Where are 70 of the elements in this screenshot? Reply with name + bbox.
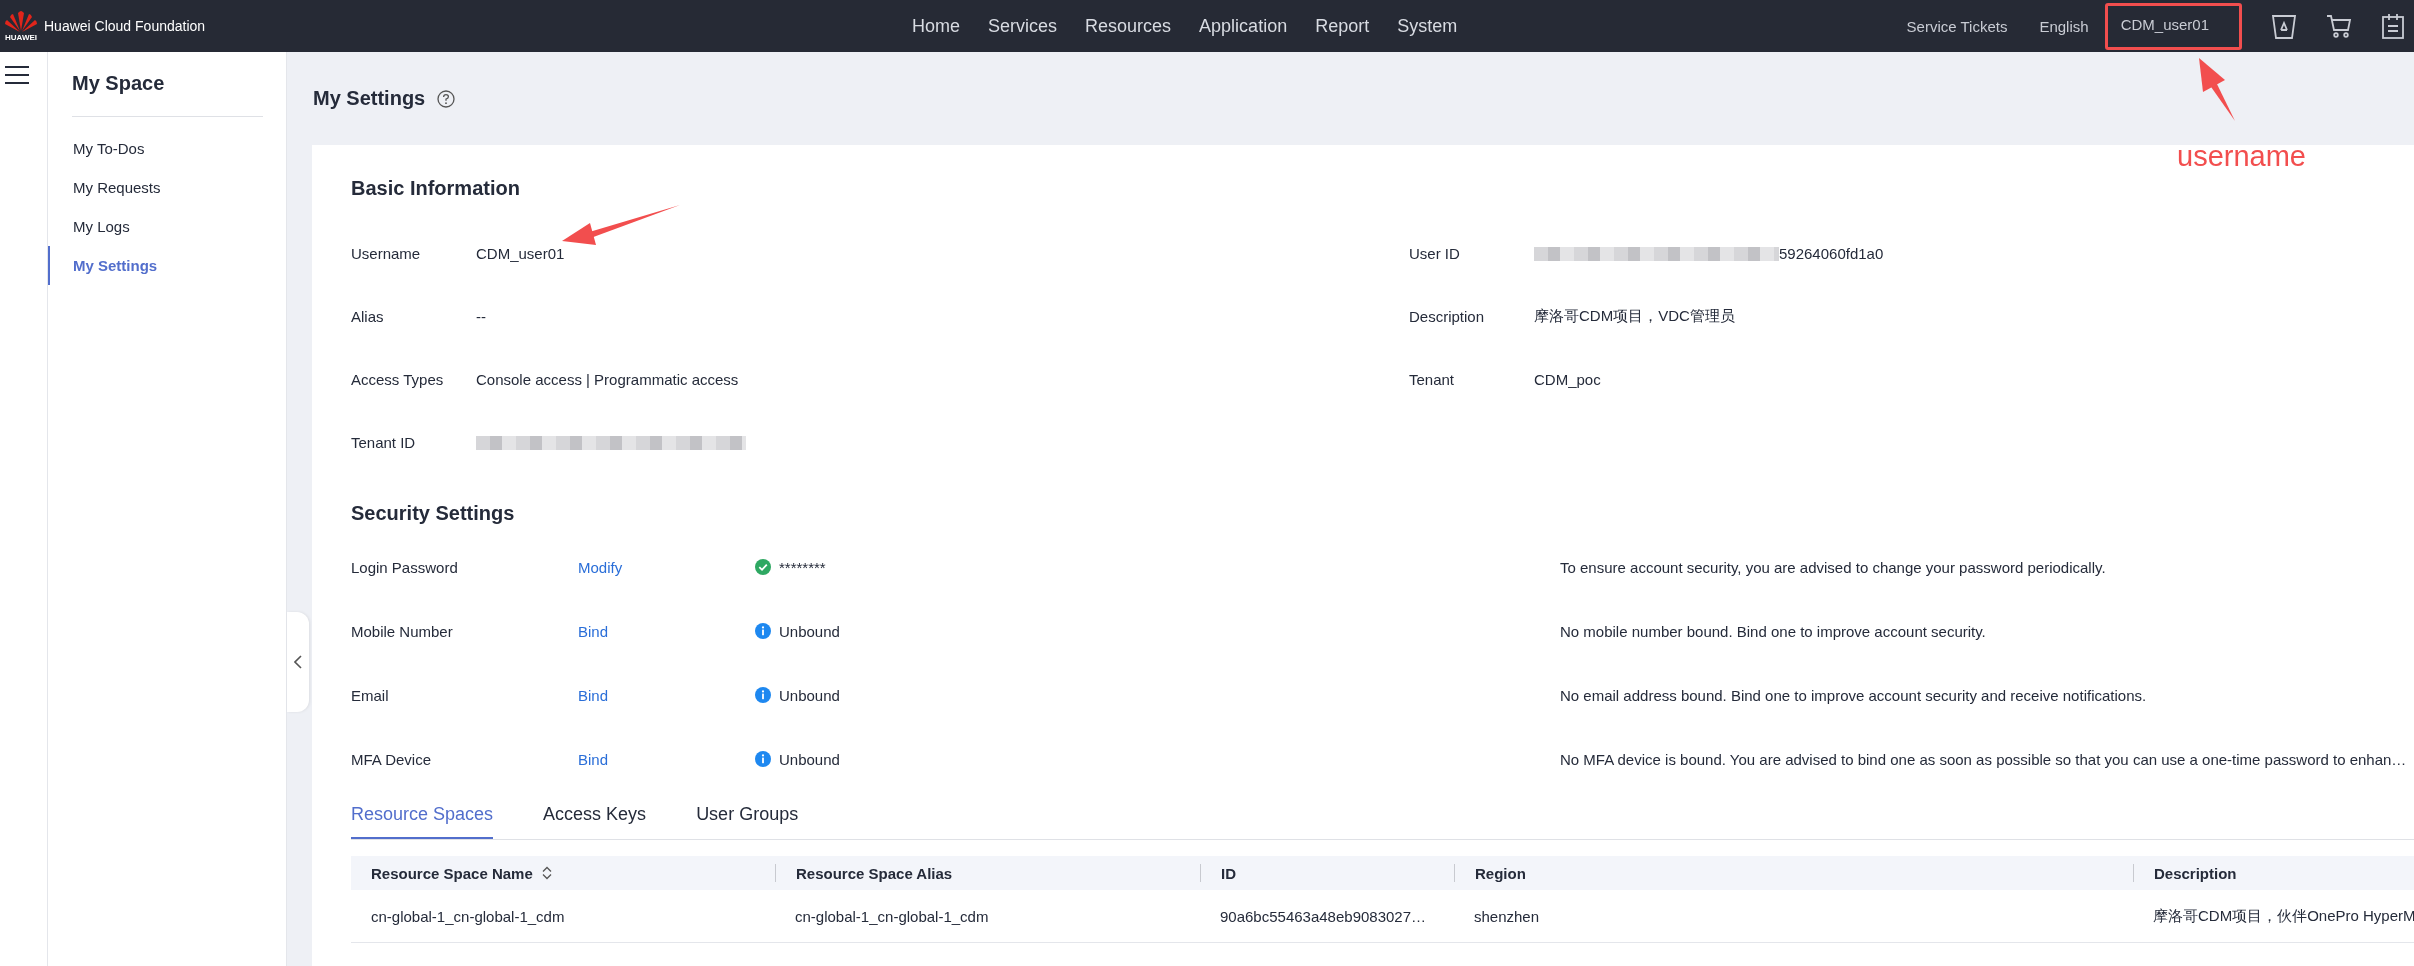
field-label: Access Types <box>351 371 445 388</box>
page-title: My Settings <box>313 87 426 110</box>
nav-link[interactable]: System <box>1397 15 1458 37</box>
field-label: User ID <box>1409 245 1461 262</box>
field-label: Username <box>351 245 422 262</box>
tab[interactable]: Resource Spaces <box>351 794 494 839</box>
column-header: Resource Space Name <box>371 864 533 882</box>
menu-icon[interactable] <box>5 65 29 85</box>
column-header: ID <box>1221 864 1236 882</box>
logo-text: HUAWEI <box>5 32 37 42</box>
status-text: ******** <box>779 558 826 576</box>
table-cell: 摩洛哥CDM项目，伙伴OnePro HyperM <box>2153 906 2414 924</box>
nav-link[interactable]: Application <box>1199 15 1288 37</box>
setting-label: MFA Device <box>351 750 433 768</box>
action-link[interactable]: Bind <box>578 750 609 768</box>
sidebar-item[interactable]: My Requests <box>48 168 263 207</box>
table-cell: cn-global-1_cn-global-1_cdm <box>795 907 989 925</box>
table-cell: shenzhen <box>1474 907 1540 925</box>
column-header: Description <box>2154 864 2237 882</box>
hint-text: No mobile number bound. Bind one to improve account security. <box>1560 622 1986 640</box>
field-value: 59264060fd1a0 <box>1779 245 1884 262</box>
hint-text: To ensure account security, you are advised to change your password periodically. <box>1560 558 2106 576</box>
sidebar-item[interactable]: My Logs <box>48 207 263 246</box>
table-cell: cn-global-1_cn-global-1_cdm <box>371 907 565 925</box>
nav-link[interactable]: Home <box>912 15 960 37</box>
column-header: Region <box>1475 864 1526 882</box>
field-value: Console access | Programmatic access <box>476 371 739 388</box>
field-value: CDM_poc <box>1534 371 1601 388</box>
field-label: Alias <box>351 308 385 325</box>
field-label: Tenant ID <box>351 434 417 451</box>
action-link[interactable]: Bind <box>578 622 609 640</box>
action-link[interactable]: Modify <box>578 558 623 576</box>
hint-text: No email address bound. Bind one to improve account security and receive notifications. <box>1560 686 2147 704</box>
sidebar-item[interactable]: My Settings <box>48 246 263 285</box>
nav-link[interactable]: Resources <box>1085 15 1172 37</box>
nav-link[interactable]: Services <box>988 15 1058 37</box>
status-text: Unbound <box>779 750 840 768</box>
status-text: Unbound <box>779 622 840 640</box>
table-cell: 90a6bc55463a48eb9083027… <box>1220 907 1427 925</box>
user-menu[interactable]: CDM_user01 <box>2104 2 2242 50</box>
tab[interactable]: Access Keys <box>543 794 647 839</box>
setting-label: Mobile Number <box>351 622 454 640</box>
tab[interactable]: User Groups <box>696 794 799 839</box>
column-header: Resource Space Alias <box>796 864 953 882</box>
sidebar-title: My Space <box>72 72 263 117</box>
clipboard-icon[interactable] <box>2382 13 2404 39</box>
annotation-label: username <box>2177 140 2306 173</box>
action-link[interactable]: Bind <box>578 686 609 704</box>
field-label: Tenant <box>1409 371 1456 388</box>
hint-text: No MFA device is bound. You are advised to bind one as soon as possible so that you can use a one-time password to enhan… <box>1560 750 2407 768</box>
sort-icon[interactable] <box>540 866 553 880</box>
field-value: 摩洛哥CDM项目，VDC管理员 <box>1534 307 1735 326</box>
help-icon[interactable] <box>437 89 456 108</box>
section-title: Basic Information <box>351 177 521 200</box>
logo-icon <box>4 10 38 33</box>
status-text: Unbound <box>779 686 840 704</box>
header-link[interactable]: English <box>2039 17 2089 35</box>
field-label: Description <box>1409 308 1486 325</box>
field-value: -- <box>476 308 486 325</box>
collapse-handle[interactable] <box>287 612 309 712</box>
sidebar-item[interactable]: My To-Dos <box>48 129 263 168</box>
cart-icon[interactable] <box>2326 14 2352 38</box>
section-title: Security Settings <box>351 502 516 525</box>
setting-label: Email <box>351 686 390 704</box>
setting-label: Login Password <box>351 558 459 576</box>
header-link[interactable]: Service Tickets <box>1906 17 2008 35</box>
bin-icon[interactable] <box>2272 13 2296 39</box>
nav-link[interactable]: Report <box>1315 15 1370 37</box>
field-value: CDM_user01 <box>476 245 565 262</box>
product-name: Huawei Cloud Foundation <box>44 18 206 34</box>
